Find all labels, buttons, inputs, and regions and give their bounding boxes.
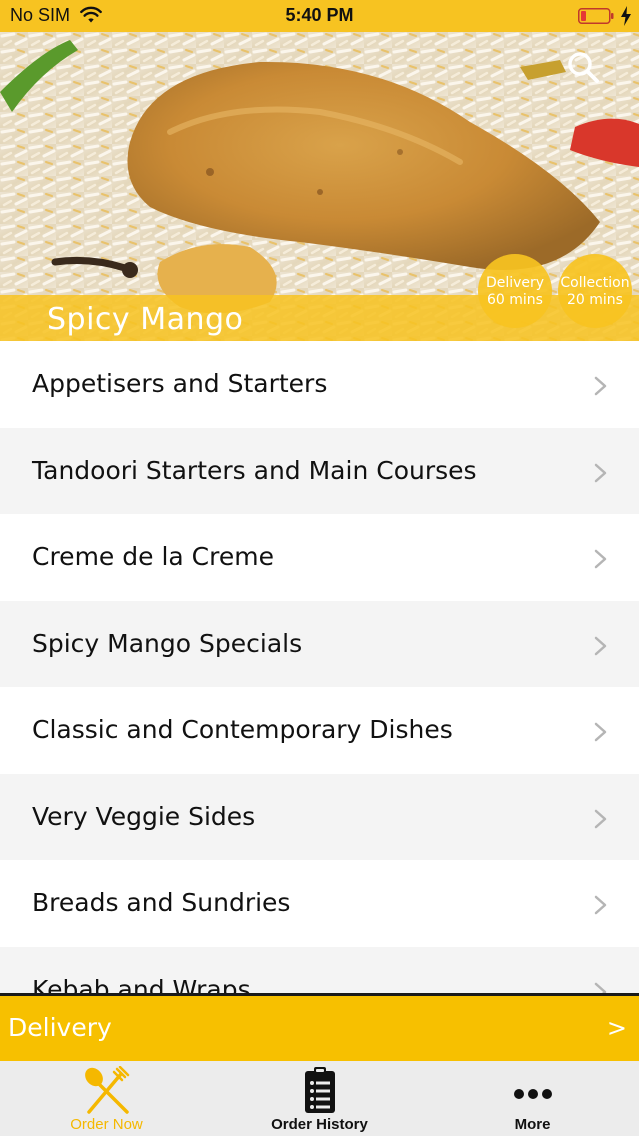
fork-knife-icon <box>84 1066 129 1114</box>
delivery-time-badge: Delivery 60 mins <box>478 254 552 328</box>
menu-category-item[interactable]: Appetisers and Starters <box>0 341 639 428</box>
menu-category-item[interactable]: Classic and Contemporary Dishes <box>0 687 639 774</box>
menu-category-item[interactable]: Very Veggie Sides <box>0 773 639 860</box>
ellipsis-icon <box>513 1089 552 1099</box>
delivery-mode-bar[interactable]: Delivery > <box>0 993 639 1061</box>
menu-category-item[interactable]: Breads and Sundries <box>0 860 639 947</box>
menu-category-item[interactable]: Kebab and Wraps <box>0 946 639 994</box>
status-bar: No SIM 5:40 PM <box>0 0 639 32</box>
collection-badge-time: 20 mins <box>567 292 623 308</box>
chevron-right-icon <box>594 722 607 742</box>
collection-badge-label: Collection <box>560 275 630 291</box>
menu-category-label: Very Veggie Sides <box>32 801 256 831</box>
chevron-right-icon <box>594 463 607 482</box>
delivery-badge-time: 60 mins <box>487 292 543 308</box>
tab-order-now-label: Order Now <box>70 1116 143 1133</box>
chevron-right-icon <box>594 636 607 655</box>
tab-order-now[interactable]: Order Now <box>0 1061 213 1136</box>
chevron-right-icon <box>594 895 607 915</box>
menu-category-label: Creme de la Creme <box>32 542 274 571</box>
tab-more-label: More <box>514 1116 551 1133</box>
hero-banner: Spicy Mango Delivery 60 mins Collection … <box>0 32 639 341</box>
menu-category-item[interactable]: Tandoori Starters and Main Courses <box>0 427 639 514</box>
clipboard-icon <box>304 1067 335 1113</box>
menu-category-label: Classic and Contemporary Dishes <box>32 715 453 744</box>
menu-category-label: Spicy Mango Specials <box>32 628 303 658</box>
delivery-arrow: > <box>606 1014 627 1042</box>
chevron-right-icon <box>594 376 607 396</box>
tab-order-history[interactable]: Order History <box>213 1061 426 1136</box>
menu-category-label: Kebab and Wraps <box>32 974 251 994</box>
collection-time-badge: Collection 20 mins <box>558 254 632 328</box>
battery-icon <box>578 8 614 24</box>
app-screen: No SIM 5:40 PM Spicy Mango Delivery 60 m… <box>0 0 639 1136</box>
delivery-badge-label: Delivery <box>485 275 545 291</box>
tab-order-history-label: Order History <box>271 1116 368 1133</box>
search-icon[interactable] <box>566 50 600 84</box>
chevron-right-icon <box>594 982 607 993</box>
menu-category-label: Tandoori Starters and Main Courses <box>32 455 477 485</box>
bottom-tab-bar: Order Now Order History More <box>0 1061 639 1136</box>
status-time: 5:40 PM <box>285 5 354 25</box>
charging-icon <box>621 6 631 26</box>
restaurant-name: Spicy Mango <box>47 302 244 337</box>
delivery-mode-label: Delivery <box>8 1013 112 1042</box>
menu-category-item[interactable]: Spicy Mango Specials <box>0 600 639 687</box>
chevron-right-icon <box>594 549 607 569</box>
tab-more[interactable]: More <box>426 1061 639 1136</box>
menu-category-label: Breads and Sundries <box>32 888 291 917</box>
menu-category-list[interactable]: Appetisers and Starters Tandoori Starter… <box>0 341 639 993</box>
menu-category-label: Appetisers and Starters <box>32 369 328 398</box>
chevron-right-icon <box>594 809 607 828</box>
menu-category-item[interactable]: Creme de la Creme <box>0 514 639 601</box>
